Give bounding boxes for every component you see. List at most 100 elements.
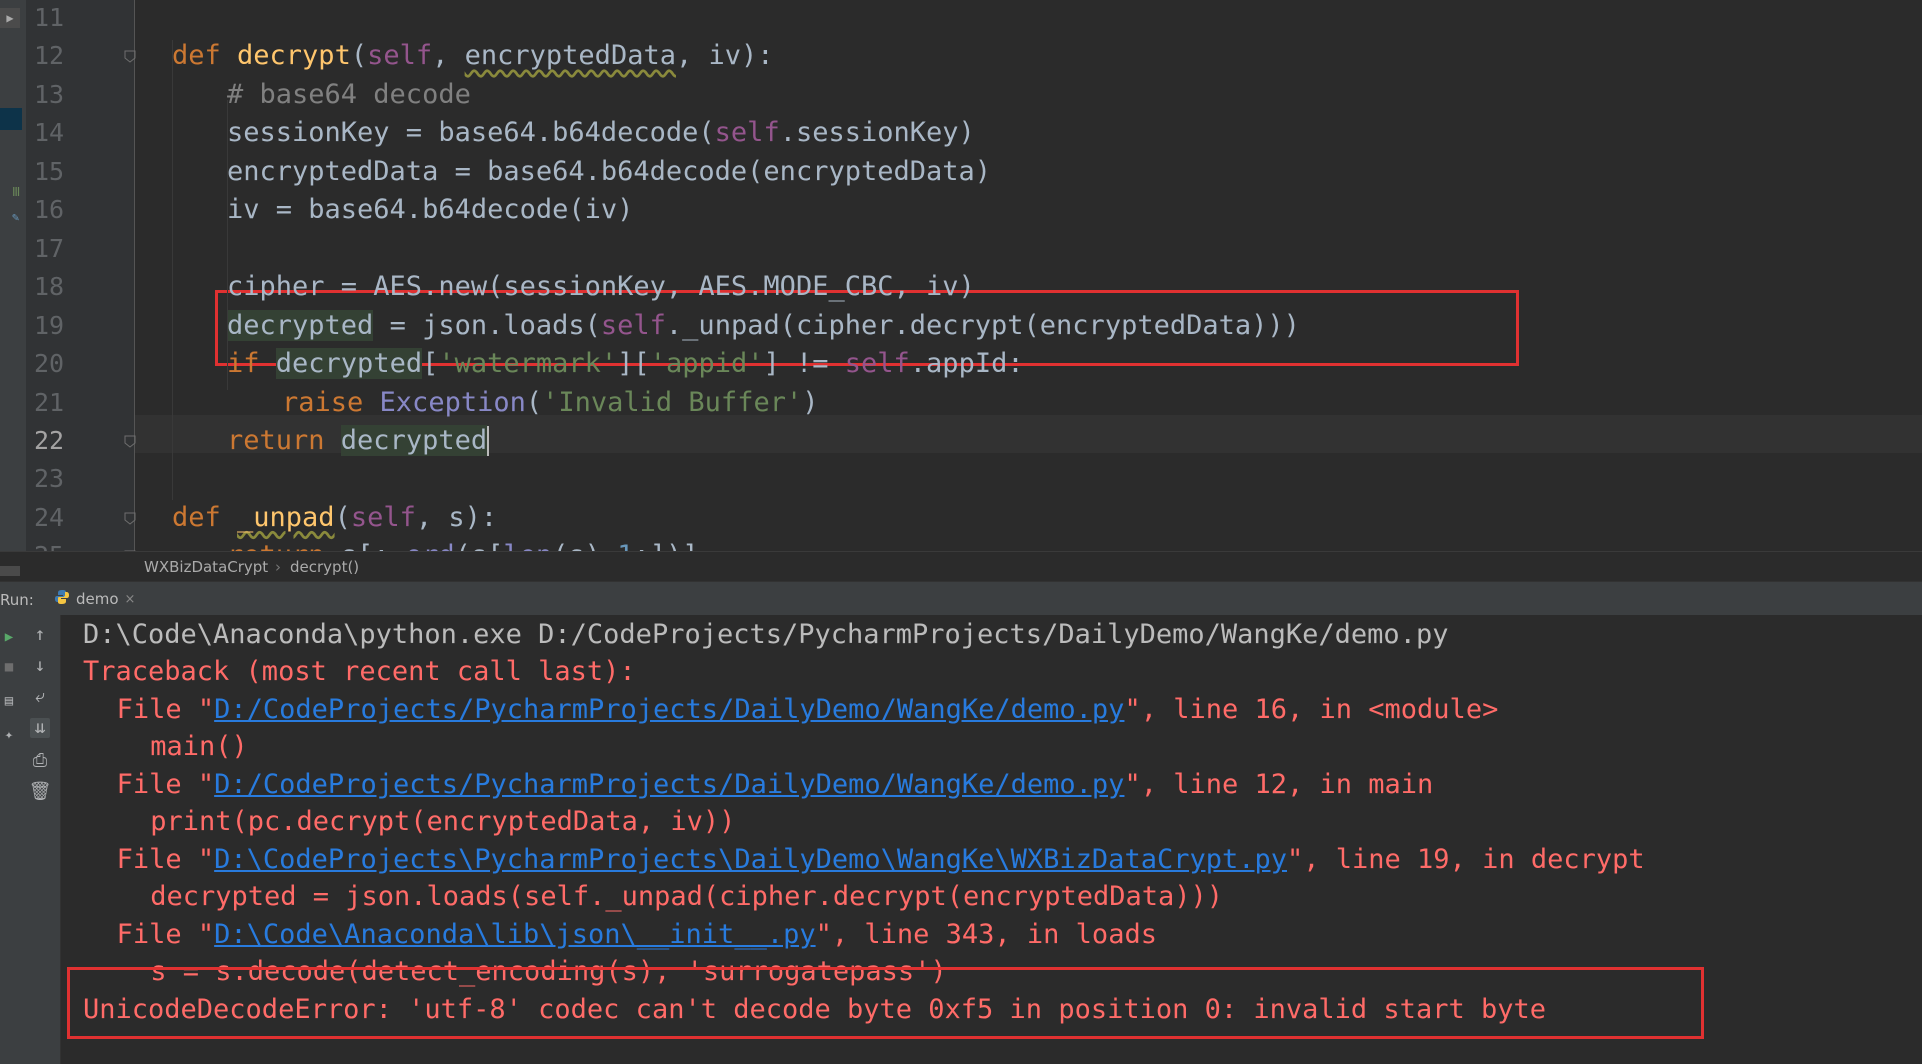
code-token: ( (334, 501, 351, 533)
breadcrumb-file[interactable]: WXBizDataCrypt (144, 558, 268, 576)
pin-icon[interactable]: ✦ (0, 727, 18, 745)
file-link[interactable]: D:\Code\Anaconda\lib\json\__init__.py (214, 919, 815, 950)
console-text: File " (116, 693, 215, 725)
run-icon[interactable]: ▶ (0, 629, 18, 647)
file-link[interactable]: D:/CodeProjects/PycharmProjects/DailyDem… (214, 694, 1124, 725)
line-number: 24 (34, 502, 65, 532)
print-icon[interactable]: ⎙ (30, 751, 50, 771)
run-left-strip: ▶ ■ ▤ ✦ (0, 615, 20, 1064)
code-line[interactable]: def decrypt(self, encryptedData, iv): (172, 37, 774, 75)
code-token: , s): (415, 501, 498, 533)
scroll-up-icon[interactable]: ↑ (30, 625, 50, 645)
console-text: File " (116, 843, 215, 875)
code-token: sessionKey = base64.b64decode( (227, 117, 715, 149)
line-number: 21 (34, 387, 65, 417)
line-number: 13 (34, 79, 65, 109)
text-caret (487, 426, 490, 457)
code-token: cipher = AES.new(sessionKey, AES.MODE_CB… (227, 271, 975, 303)
code-token: s[:- (341, 540, 406, 551)
run-tab-demo[interactable]: demo × (50, 585, 143, 613)
console-text: ", line 343, in loads (815, 918, 1157, 950)
code-token: decrypted (227, 309, 374, 341)
code-line[interactable]: sessionKey = base64.b64decode(self.sessi… (227, 114, 975, 152)
code-token: self (600, 309, 666, 341)
code-line[interactable]: iv = base64.b64decode(iv) (227, 191, 633, 229)
console-error-line: decrypted = json.loads(self._unpad(ciphe… (150, 878, 1223, 916)
code-token: decrypt (237, 40, 351, 72)
line-number: 14 (34, 118, 65, 148)
line-number: 12 (34, 41, 65, 71)
code-line[interactable]: cipher = AES.new(sessionKey, AES.MODE_CB… (227, 268, 975, 306)
close-icon[interactable]: × (125, 592, 136, 607)
code-token: self (844, 348, 910, 380)
code-token: raise (282, 386, 380, 418)
code-token: return (227, 540, 341, 551)
code-token: :])] (633, 540, 698, 551)
layout-icon[interactable]: ▤ (0, 693, 18, 711)
console-text: Traceback (most recent call last): (83, 656, 636, 688)
console-error-line: File "D:/CodeProjects/PycharmProjects/Da… (117, 766, 1434, 804)
code-token: ) (802, 386, 819, 418)
code-token: self (367, 40, 433, 72)
code-token: Exception (379, 386, 526, 418)
console-error-line: File "D:\CodeProjects\PycharmProjects\Da… (117, 841, 1645, 879)
console-text: print(pc.decrypt(encryptedData, iv)) (150, 806, 736, 838)
code-token: [ (422, 348, 439, 380)
structure-icon[interactable]: Ⅲ (12, 185, 22, 199)
breadcrumb-separator: › (275, 558, 281, 576)
horizontal-scrollbar[interactable] (0, 566, 20, 576)
code-line[interactable]: encryptedData = base64.b64decode(encrypt… (227, 153, 991, 191)
selected-tool-marker[interactable] (0, 108, 22, 130)
code-line[interactable]: if decrypted['watermark']['appid'] != se… (227, 345, 1024, 383)
line-number: 19 (34, 310, 65, 340)
console-text: ", line 16, in <module> (1124, 693, 1499, 725)
code-token: encryptedData (464, 40, 676, 72)
code-token: def (172, 40, 238, 72)
code-line[interactable]: return decrypted (227, 422, 490, 460)
console-error-line: Traceback (most recent call last): (83, 653, 636, 691)
annotation-box-console (67, 967, 1704, 1039)
soft-wrap-icon[interactable]: ⤶ (30, 687, 50, 707)
file-link[interactable]: D:/CodeProjects/PycharmProjects/DailyDem… (214, 769, 1124, 800)
console-text: ", line 12, in main (1124, 768, 1434, 800)
code-line[interactable]: # base64 decode (227, 76, 471, 114)
python-file-icon (54, 589, 70, 609)
line-number: 15 (34, 156, 65, 186)
trash-icon[interactable]: 🗑 (29, 782, 52, 802)
code-token: def (172, 501, 238, 533)
stop-icon[interactable]: ■ (0, 659, 18, 677)
line-number: 25 (26, 537, 84, 551)
line-number: 20 (34, 349, 65, 379)
code-token: decrypted (275, 348, 423, 380)
code-token: return (227, 424, 341, 456)
fold-marker-icon[interactable] (123, 434, 137, 448)
line-number: 23 (34, 464, 65, 494)
fold-marker-icon[interactable] (123, 49, 137, 64)
code-line[interactable]: def _unpad(self, s): (172, 499, 497, 537)
console-error-line: print(pc.decrypt(encryptedData, iv)) (150, 803, 735, 841)
code-line[interactable]: return s[:-ord(s[len(s)-1:])] (227, 537, 699, 551)
code-token: len (503, 540, 552, 551)
scroll-to-end-icon[interactable]: ⇊ (30, 718, 50, 738)
code-token: (s[ (455, 540, 504, 551)
code-token: = json.loads( (373, 309, 601, 341)
code-token: ._unpad(cipher.decrypt(encryptedData))) (665, 309, 1300, 341)
file-link[interactable]: D:\CodeProjects\PycharmProjects\DailyDem… (214, 844, 1287, 875)
code-line[interactable]: decrypted = json.loads(self._unpad(ciphe… (227, 307, 1300, 345)
code-editor[interactable]: ▶ Ⅲ ✎ 11 12 def decrypt(self, encryptedDat… (0, 0, 1922, 551)
line-number: 17 (34, 233, 65, 263)
line-number: 16 (34, 195, 65, 225)
scroll-down-icon[interactable]: ↓ (30, 656, 50, 676)
console-text: main() (150, 731, 248, 763)
breadcrumb-method[interactable]: decrypt() (290, 558, 359, 576)
favorites-icon[interactable]: ✎ (12, 210, 22, 224)
play-marker-icon[interactable]: ▶ (0, 8, 20, 28)
code-token: .sessionKey) (779, 117, 975, 149)
code-line[interactable]: raise Exception('Invalid Buffer') (282, 384, 818, 422)
console-command-line: D:\Code\Anaconda\python.exe D:/CodeProje… (83, 616, 1448, 654)
code-token: self (350, 501, 416, 533)
code-token: 'Invalid Buffer' (542, 386, 803, 418)
console-error-line: main() (150, 728, 248, 766)
fold-marker-icon[interactable] (123, 511, 137, 525)
console-text: File " (116, 768, 215, 800)
